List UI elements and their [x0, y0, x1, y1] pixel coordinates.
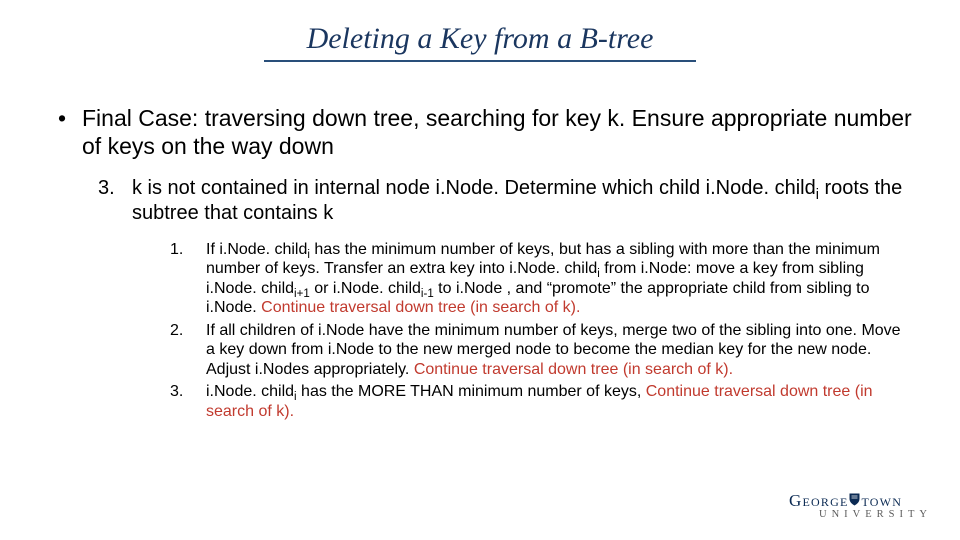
slide-title: Deleting a Key from a B-tree — [0, 0, 960, 60]
logo-text: town — [861, 491, 902, 510]
substep-text: If all children of i.Node have the minim… — [206, 321, 910, 380]
red-text: Continue traversal down tree (in search … — [261, 299, 580, 316]
slide: Deleting a Key from a B-tree • Final Cas… — [0, 0, 960, 540]
substep-3: 3. i.Node. childi has the MORE THAN mini… — [170, 382, 920, 421]
text-fragment: If i.Node. child — [206, 241, 307, 258]
bullet-level1: • Final Case: traversing down tree, sear… — [58, 104, 920, 160]
title-underline — [264, 60, 696, 62]
red-text: Continue traversal down tree (in search … — [414, 361, 733, 378]
bullet-text: Final Case: traversing down tree, search… — [82, 104, 920, 160]
substep-number: 2. — [170, 321, 206, 380]
content-area: • Final Case: traversing down tree, sear… — [0, 104, 960, 421]
logo-text: George — [789, 491, 848, 510]
text-fragment: has the MORE THAN minimum number of keys… — [297, 383, 646, 400]
substep-2: 2. If all children of i.Node have the mi… — [170, 321, 920, 380]
text-fragment: or i.Node. child — [310, 280, 421, 297]
step-number: 3. — [98, 176, 132, 226]
substep-text: i.Node. childi has the MORE THAN minimum… — [206, 382, 910, 421]
logo-line2: UNIVERSITY — [819, 510, 932, 521]
text-fragment: k is not contained in internal node i.No… — [132, 177, 816, 199]
georgetown-logo: George town UNIVERSITY — [789, 492, 932, 521]
step-text: k is not contained in internal node i.No… — [132, 176, 920, 226]
text-fragment: i.Node. child — [206, 383, 294, 400]
substep-number: 3. — [170, 382, 206, 421]
step-3: 3. k is not contained in internal node i… — [98, 176, 920, 226]
substep-1: 1. If i.Node. childi has the minimum num… — [170, 240, 920, 318]
substep-text: If i.Node. childi has the minimum number… — [206, 240, 910, 318]
logo-line1: George town — [789, 492, 932, 509]
shield-icon — [849, 492, 860, 509]
substep-number: 1. — [170, 240, 206, 318]
bullet-marker: • — [58, 104, 82, 160]
